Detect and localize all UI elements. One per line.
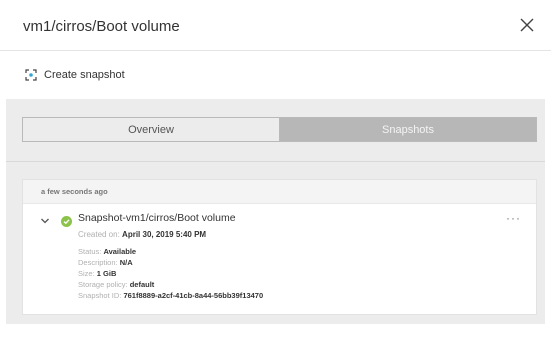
more-actions-button[interactable]: ···	[506, 211, 521, 225]
tab-snapshots[interactable]: Snapshots	[280, 118, 536, 141]
status-value: Available	[103, 247, 137, 256]
chevron-down-icon[interactable]	[40, 217, 50, 225]
snapshot-id-label: Snapshot ID:	[78, 291, 122, 300]
snapshot-name[interactable]: Snapshot-vm1/cirros/Boot volume	[78, 212, 236, 224]
create-snapshot-label: Create snapshot	[44, 69, 125, 81]
close-button[interactable]	[517, 15, 537, 35]
check-circle-icon	[63, 219, 70, 225]
content-panel: Overview Snapshots a few seconds ago Sna…	[6, 99, 545, 324]
create-snapshot-button[interactable]: Create snapshot	[25, 69, 125, 81]
status-label: Status:	[78, 247, 102, 256]
snapshot-policy-row: Storage policy: default	[78, 280, 154, 289]
snapshot-group-time: a few seconds ago	[41, 187, 108, 196]
status-badge	[61, 216, 72, 227]
description-value: N/A	[119, 258, 133, 267]
snapshot-created-row: Created on: April 30, 2019 5:40 PM	[78, 230, 206, 239]
created-value: April 30, 2019 5:40 PM	[122, 230, 207, 239]
snapshot-icon	[25, 69, 37, 81]
dialog-header: vm1/cirros/Boot volume	[0, 0, 551, 51]
snapshot-description-row: Description: N/A	[78, 258, 133, 267]
policy-value: default	[129, 280, 155, 289]
description-label: Description:	[78, 258, 118, 267]
size-label: Size:	[78, 269, 95, 278]
snapshot-size-row: Size: 1 GiB	[78, 269, 116, 278]
divider	[6, 161, 545, 162]
snapshot-group-card: a few seconds ago Snapshot-vm1/cirros/Bo…	[22, 179, 537, 315]
snapshot-status-row: Status: Available	[78, 247, 136, 256]
toolbar: Create snapshot	[0, 51, 551, 99]
dialog-title: vm1/cirros/Boot volume	[23, 18, 180, 35]
close-icon	[520, 18, 534, 32]
created-label: Created on:	[78, 230, 120, 239]
snapshot-group-header: a few seconds ago	[23, 180, 536, 204]
policy-label: Storage policy:	[78, 280, 128, 289]
tab-bar: Overview Snapshots	[22, 117, 537, 142]
snapshot-id-row: Snapshot ID: 761f8889-a2cf-41cb-8a44-56b…	[78, 291, 263, 300]
tab-overview[interactable]: Overview	[23, 118, 280, 141]
size-value: 1 GiB	[96, 269, 117, 278]
snapshot-id-value: 761f8889-a2cf-41cb-8a44-56bb39f13470	[123, 291, 264, 300]
